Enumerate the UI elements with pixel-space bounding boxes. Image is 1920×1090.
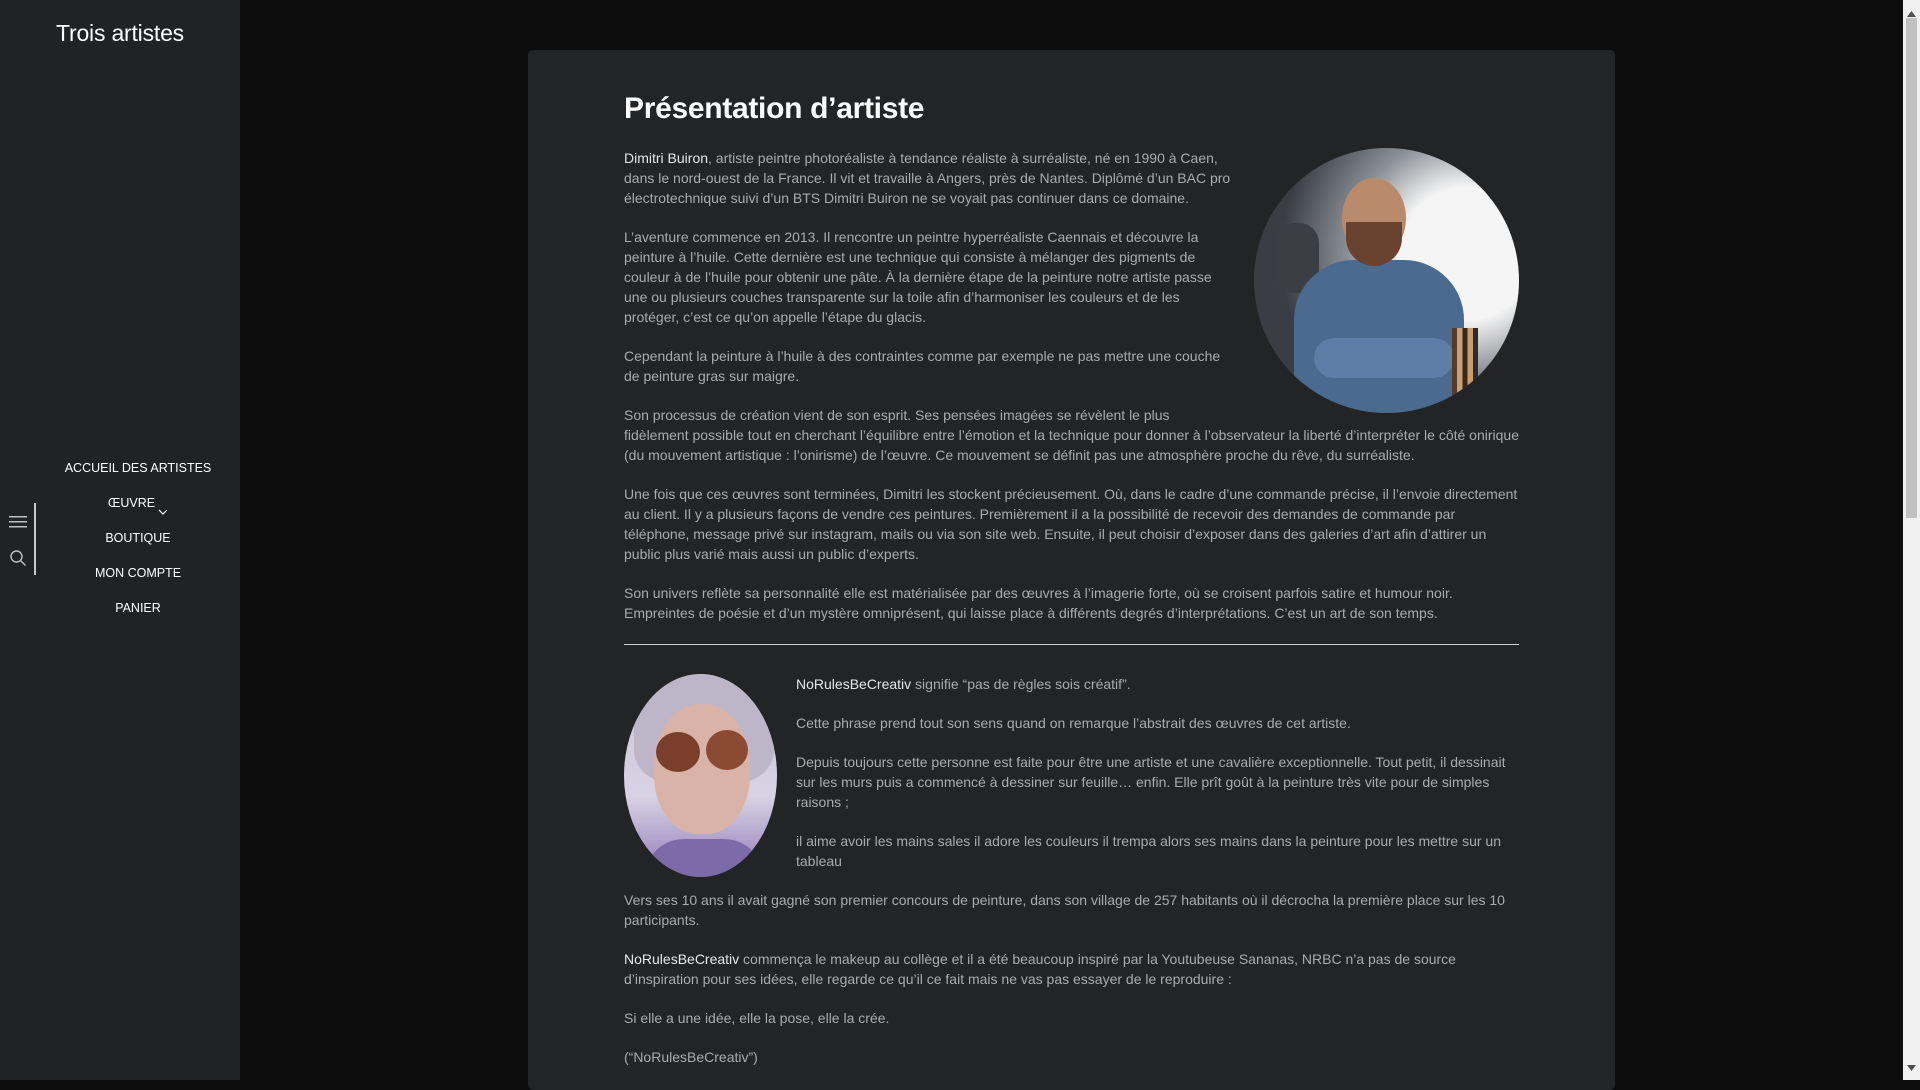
- artist-section-dimitri: Dimitri Buiron, artiste peintre photoréa…: [624, 148, 1519, 642]
- nav-item-mon-compte[interactable]: MON COMPTE: [36, 561, 240, 596]
- section-divider: [624, 644, 1519, 645]
- scrollbar-thumb[interactable]: [1906, 18, 1917, 518]
- article-card: Présentation d’artiste Dimitri Buiron, a…: [528, 50, 1615, 1090]
- nav-item-label: PANIER: [115, 601, 161, 615]
- artist-name: NoRulesBeCreativ: [796, 676, 912, 692]
- artist-name: NoRulesBeCreativ: [624, 951, 740, 967]
- paragraph: Vers ses 10 ans il avait gagné son premi…: [624, 892, 1505, 928]
- nav-item-panier[interactable]: PANIER: [36, 596, 240, 631]
- paragraph: Si elle a une idée, elle la pose, elle l…: [624, 1010, 890, 1026]
- paragraph: NoRulesBeCreativ signifie “pas de règles…: [796, 676, 1131, 692]
- artist-section-norulesbecreativ: NoRulesBeCreativ signifie “pas de règles…: [624, 674, 1519, 1067]
- paragraph: Son univers reflète sa personnalité elle…: [624, 585, 1453, 621]
- artist-photo-dimitri: [1254, 148, 1519, 413]
- sidebar: Trois artistes ACCUEIL DES ARTISTES ŒUVR…: [0, 0, 240, 1080]
- nav-item-boutique[interactable]: BOUTIQUE: [36, 526, 240, 561]
- nav-item-accueil[interactable]: ACCUEIL DES ARTISTES: [36, 456, 240, 491]
- search-icon[interactable]: [9, 549, 27, 572]
- site-title[interactable]: Trois artistes: [0, 20, 240, 47]
- paragraph: (“NoRulesBeCreativ”): [624, 1049, 758, 1065]
- article-content: Présentation d’artiste Dimitri Buiron, a…: [624, 50, 1519, 1086]
- page-scrollbar[interactable]: [1903, 0, 1920, 1080]
- scroll-down-icon[interactable]: [1907, 1058, 1916, 1076]
- paragraph: NoRulesBeCreativ commença le makeup au c…: [624, 951, 1456, 987]
- artist-name: Dimitri Buiron: [624, 150, 709, 166]
- nav-item-label: ŒUVRE: [107, 496, 156, 510]
- paragraph: Son processus de création vient de son e…: [624, 407, 1519, 463]
- chevron-down-icon: [158, 500, 168, 515]
- nav-item-label: MON COMPTE: [94, 566, 182, 580]
- sidebar-tools: [0, 503, 36, 575]
- nav-item-label: ACCUEIL DES ARTISTES: [64, 461, 212, 475]
- page-title: Présentation d’artiste: [624, 92, 925, 125]
- main-nav: ACCUEIL DES ARTISTES ŒUVRE BOUTIQUE MON …: [36, 456, 240, 631]
- hamburger-icon[interactable]: [9, 515, 27, 533]
- artist-photo-norulesbecreativ: [624, 674, 777, 877]
- nav-item-oeuvre[interactable]: ŒUVRE: [36, 491, 240, 526]
- paragraph: Une fois que ces œuvres sont terminées, …: [624, 486, 1518, 562]
- nav-item-label: BOUTIQUE: [105, 531, 171, 545]
